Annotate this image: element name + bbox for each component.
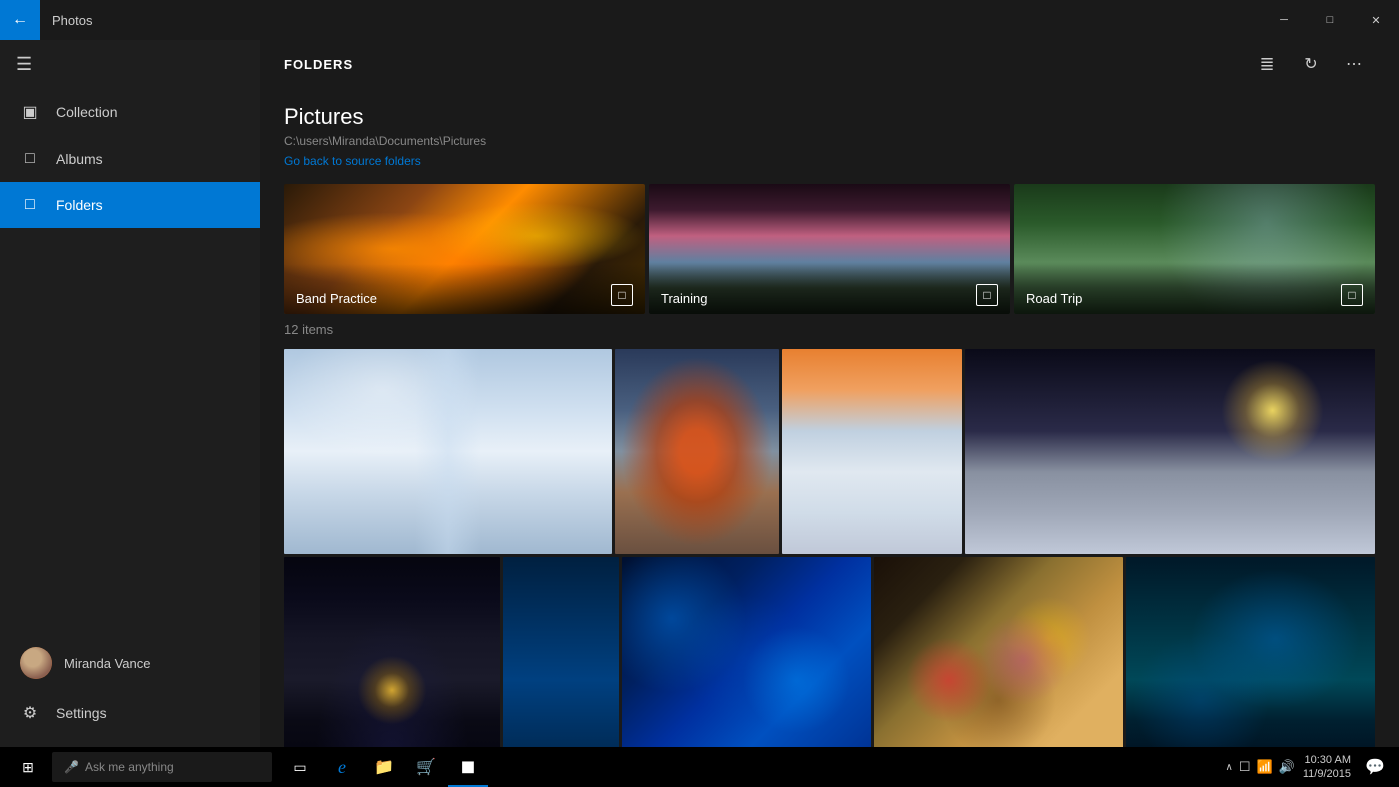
folder-badge-training: □ bbox=[976, 284, 998, 306]
notification-button[interactable]: 💬 bbox=[1359, 747, 1391, 787]
app-body: ☰ ▣ Collection □ Albums □ Folders Mirand… bbox=[0, 40, 1399, 747]
taskbar-files-icon[interactable]: 📁 bbox=[364, 747, 404, 787]
sidebar-item-folders[interactable]: □ Folders bbox=[0, 182, 260, 228]
search-text: Ask me anything bbox=[85, 760, 174, 774]
search-bar[interactable]: 🎤 Ask me anything bbox=[52, 752, 272, 782]
hamburger-icon[interactable]: ☰ bbox=[16, 54, 32, 75]
photo-winter-moon[interactable] bbox=[965, 349, 1375, 554]
taskbar-edge-icon[interactable]: e bbox=[322, 747, 362, 787]
section-path: C:\users\Miranda\Documents\Pictures bbox=[284, 134, 1375, 148]
photo-cabin-night[interactable] bbox=[284, 557, 500, 747]
tablet-mode-icon[interactable]: ☐ bbox=[1239, 759, 1251, 775]
sidebar-nav: ▣ Collection □ Albums □ Folders bbox=[0, 88, 260, 623]
source-folders-link[interactable]: Go back to source folders bbox=[284, 154, 421, 168]
section-title: Pictures bbox=[284, 104, 1375, 130]
sidebar-item-collection[interactable]: ▣ Collection bbox=[0, 88, 260, 136]
photo-row-1 bbox=[284, 349, 1375, 554]
folder-road-trip-name: Road Trip bbox=[1026, 291, 1082, 306]
settings-label: Settings bbox=[56, 705, 107, 721]
clock-date: 11/9/2015 bbox=[1303, 767, 1351, 781]
photo-kid-ski[interactable] bbox=[782, 349, 962, 554]
collection-label: Collection bbox=[56, 104, 117, 120]
app-title: Photos bbox=[40, 13, 104, 28]
taskbar: ⊞ 🎤 Ask me anything ▭ e 📁 🛒 ◼ ∧ ☐ 📶 🔊 10… bbox=[0, 747, 1399, 787]
header-actions: ≣ ↻ ⋯ bbox=[1247, 44, 1375, 84]
start-button[interactable]: ⊞ bbox=[8, 747, 48, 787]
sidebar-item-albums[interactable]: □ Albums bbox=[0, 136, 260, 182]
user-profile[interactable]: Miranda Vance bbox=[0, 635, 260, 691]
albums-icon: □ bbox=[20, 150, 40, 168]
photo-underwater[interactable] bbox=[1126, 557, 1375, 747]
system-tray-icons: ∧ ☐ 📶 🔊 bbox=[1226, 759, 1295, 775]
photo-kid-orange[interactable] bbox=[615, 349, 779, 554]
folder-badge-road-trip: □ bbox=[1341, 284, 1363, 306]
avatar bbox=[20, 647, 52, 679]
sidebar: ☰ ▣ Collection □ Albums □ Folders Mirand… bbox=[0, 40, 260, 747]
photo-winter-trees[interactable] bbox=[284, 349, 612, 554]
sidebar-bottom: Miranda Vance ⚙ Settings bbox=[0, 623, 260, 747]
content-header: FOLDERS ≣ ↻ ⋯ bbox=[260, 40, 1399, 88]
app-header: ← Photos ─ □ ✕ bbox=[0, 0, 1399, 40]
tray-expand-icon[interactable]: ∧ bbox=[1226, 762, 1233, 773]
photo-row-2 bbox=[284, 557, 1375, 747]
maximize-button[interactable]: □ bbox=[1307, 4, 1353, 36]
taskbar-photos-icon[interactable]: ◼ bbox=[448, 747, 488, 787]
folder-band-practice[interactable]: Band Practice □ bbox=[284, 184, 645, 314]
photo-person-blue[interactable] bbox=[503, 557, 619, 747]
content-scroll[interactable]: Pictures C:\users\Miranda\Documents\Pict… bbox=[260, 88, 1399, 747]
albums-label: Albums bbox=[56, 151, 103, 167]
folders-label: Folders bbox=[56, 197, 103, 213]
folder-training-name: Training bbox=[661, 291, 707, 306]
folder-badge: □ bbox=[611, 284, 633, 306]
folder-band-practice-overlay: Band Practice □ bbox=[284, 264, 645, 314]
folder-training[interactable]: Training □ bbox=[649, 184, 1010, 314]
folder-road-trip[interactable]: Road Trip □ bbox=[1014, 184, 1375, 314]
wifi-icon[interactable]: 📶 bbox=[1257, 759, 1273, 775]
taskbar-right: ∧ ☐ 📶 🔊 10:30 AM 11/9/2015 💬 bbox=[1226, 747, 1391, 787]
collection-icon: ▣ bbox=[20, 102, 40, 122]
minimize-button[interactable]: ─ bbox=[1261, 4, 1307, 36]
folders-title: FOLDERS bbox=[284, 57, 353, 72]
user-name: Miranda Vance bbox=[64, 656, 150, 671]
taskbar-apps: ▭ e 📁 🛒 ◼ bbox=[280, 747, 488, 787]
folder-band-practice-name: Band Practice bbox=[296, 291, 377, 306]
photo-fruit[interactable] bbox=[874, 557, 1123, 747]
folder-road-trip-overlay: Road Trip □ bbox=[1014, 264, 1375, 314]
folder-training-overlay: Training □ bbox=[649, 264, 1010, 314]
sort-button[interactable]: ≣ bbox=[1247, 44, 1287, 84]
close-button[interactable]: ✕ bbox=[1353, 4, 1399, 36]
main-content: FOLDERS ≣ ↻ ⋯ Pictures C:\users\Miranda\… bbox=[260, 40, 1399, 747]
taskbar-store-icon[interactable]: 🛒 bbox=[406, 747, 446, 787]
more-button[interactable]: ⋯ bbox=[1335, 44, 1375, 84]
items-count: 12 items bbox=[284, 322, 1375, 337]
sidebar-top: ☰ bbox=[0, 40, 260, 88]
photo-blue-texture[interactable] bbox=[622, 557, 871, 747]
folders-icon: □ bbox=[20, 196, 40, 214]
settings-icon: ⚙ bbox=[20, 703, 40, 723]
clock[interactable]: 10:30 AM 11/9/2015 bbox=[1303, 753, 1351, 782]
back-button[interactable]: ← bbox=[0, 0, 40, 40]
microphone-icon: 🎤 bbox=[64, 760, 79, 774]
taskbar-tablet-icon[interactable]: ▭ bbox=[280, 747, 320, 787]
settings-item[interactable]: ⚙ Settings bbox=[0, 691, 260, 735]
refresh-button[interactable]: ↻ bbox=[1291, 44, 1331, 84]
photo-grid bbox=[284, 349, 1375, 747]
folder-grid: Band Practice □ Training □ Road Trip bbox=[284, 184, 1375, 314]
volume-icon[interactable]: 🔊 bbox=[1279, 759, 1295, 775]
clock-time: 10:30 AM bbox=[1305, 753, 1351, 767]
